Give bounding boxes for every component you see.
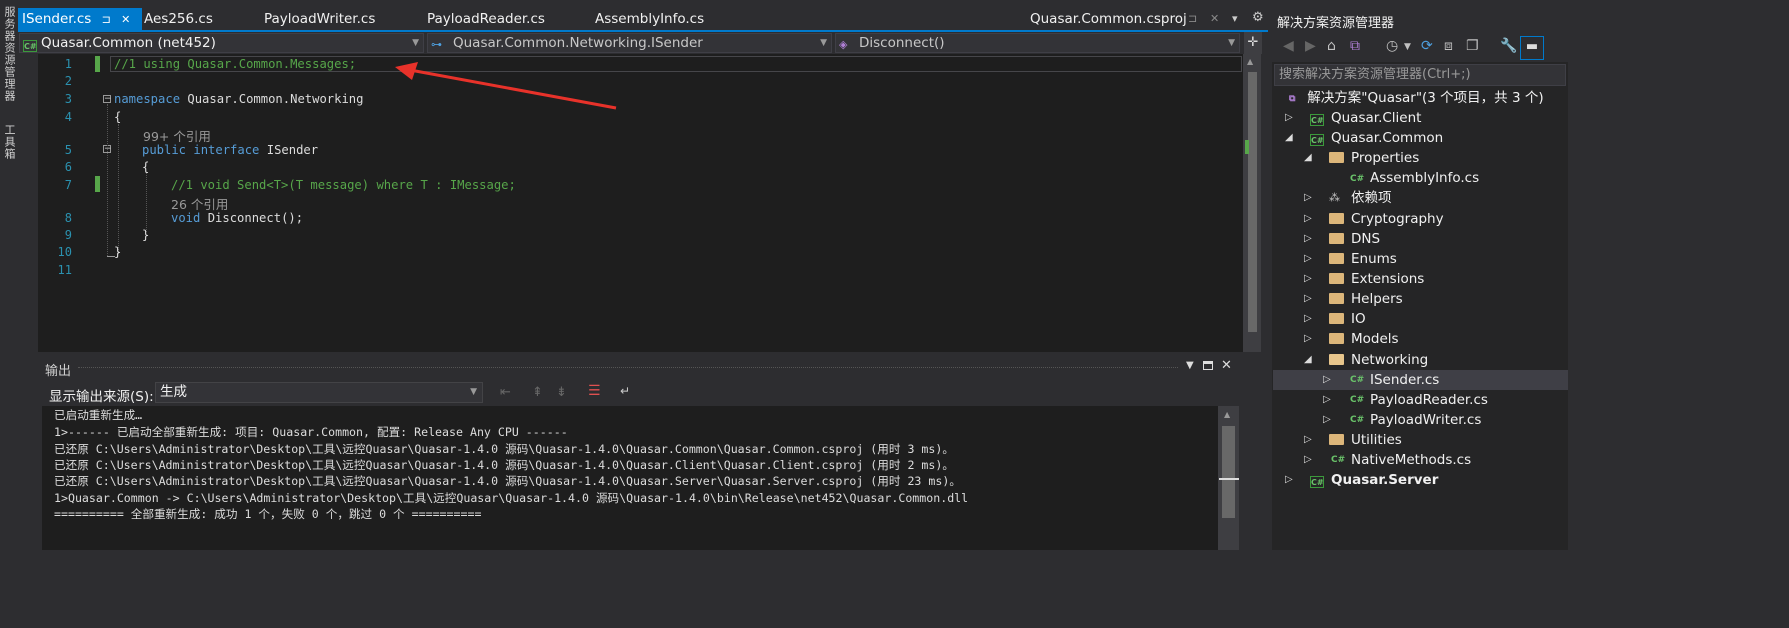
expand-arrow-icon[interactable]: ▷ xyxy=(1304,329,1312,349)
folder-icon xyxy=(1329,229,1344,249)
output-line: 已启动重新生成… xyxy=(54,408,143,422)
cs-file-icon: C# xyxy=(1331,455,1346,465)
chevron-down-icon[interactable]: ▼ xyxy=(1404,42,1411,52)
folder-icon xyxy=(1329,249,1344,269)
solution-search-input[interactable]: 搜索解决方案资源管理器(Ctrl+;) xyxy=(1274,64,1566,86)
output-line: 1>------ 已启动全部重新生成: 项目: Quasar.Common, 配… xyxy=(54,425,568,439)
solution-explorer-title: 解决方案资源管理器 xyxy=(1277,16,1395,31)
collapse-all-icon[interactable]: ⧈ xyxy=(1444,38,1453,54)
tree-label: PayloadWriter.cs xyxy=(1370,412,1482,428)
output-line: 已还原 C:\Users\Administrator\Desktop\工具\远控… xyxy=(54,458,954,472)
tree-label: Networking xyxy=(1351,352,1429,368)
tree-label: Helpers xyxy=(1351,291,1403,307)
expand-arrow-icon[interactable]: ▷ xyxy=(1285,470,1293,490)
back-icon[interactable]: ◀ xyxy=(1283,38,1294,54)
folder-icon xyxy=(1329,209,1344,229)
expand-arrow-icon[interactable]: ▷ xyxy=(1304,450,1312,470)
arrow-head xyxy=(395,62,418,80)
arrow-shaft xyxy=(409,68,617,110)
go-to-message-icon[interactable]: ⇤ xyxy=(500,385,511,400)
scroll-position-marker xyxy=(1219,478,1239,480)
output-line: 已还原 C:\Users\Administrator\Desktop\工具\远控… xyxy=(54,442,954,456)
tree-label: Properties xyxy=(1351,150,1420,166)
tree-label: Quasar.Client xyxy=(1331,110,1422,126)
folder-icon xyxy=(1329,289,1344,309)
tree-label: 依赖项 xyxy=(1351,190,1392,206)
previous-message-icon[interactable]: ⇞ xyxy=(532,385,543,400)
folder-icon xyxy=(1329,269,1344,289)
panel-grip xyxy=(78,367,1178,369)
expand-arrow-icon[interactable]: ▷ xyxy=(1304,229,1312,249)
expand-arrow-icon[interactable]: ▷ xyxy=(1304,309,1312,329)
scroll-up-icon[interactable]: ▲ xyxy=(1224,410,1230,419)
forward-icon[interactable]: ▶ xyxy=(1305,38,1316,54)
properties-folder-icon xyxy=(1329,148,1344,168)
collapse-arrow-icon[interactable]: ◢ xyxy=(1304,350,1312,370)
tree-label: PayloadReader.cs xyxy=(1370,392,1488,408)
next-message-icon[interactable]: ⇟ xyxy=(556,385,567,400)
tree-label: Enums xyxy=(1351,251,1397,267)
tree-label: ISender.cs xyxy=(1370,372,1440,388)
tree-label: Utilities xyxy=(1351,432,1402,448)
tree-item-assemblyinfo[interactable]: C# AssemblyInfo.cs xyxy=(1350,168,1479,188)
refresh-icon[interactable]: ⟳ xyxy=(1421,38,1433,54)
tree-label: Quasar.Server xyxy=(1331,472,1439,488)
expand-arrow-icon[interactable]: ▷ xyxy=(1323,410,1331,430)
output-source-select[interactable]: 生成 ▼ xyxy=(155,382,483,403)
output-panel-title: 输出 xyxy=(45,364,72,379)
output-line: ========== 全部重新生成: 成功 1 个，失败 0 个，跳过 0 个 … xyxy=(54,507,482,521)
solution-node[interactable]: ⧉ 解决方案"Quasar"(3 个项目，共 3 个) xyxy=(1289,88,1544,108)
preview-selected-icon[interactable]: ▬ xyxy=(1520,36,1544,60)
collapse-arrow-icon[interactable]: ◢ xyxy=(1285,128,1293,148)
switch-views-icon[interactable]: ⧉ xyxy=(1350,38,1360,54)
expand-arrow-icon[interactable]: ▷ xyxy=(1304,209,1312,229)
expand-arrow-icon[interactable]: ▷ xyxy=(1304,269,1312,289)
tree-label: Cryptography xyxy=(1351,211,1444,227)
home-icon[interactable]: ⌂ xyxy=(1327,38,1336,54)
tree-label: Extensions xyxy=(1351,271,1425,287)
tree-label: Quasar.Common xyxy=(1331,130,1444,146)
dependencies-icon: ⁂ xyxy=(1329,191,1340,204)
chevron-down-icon[interactable]: ▼ xyxy=(1186,360,1194,371)
folder-icon xyxy=(1329,309,1344,329)
expand-arrow-icon[interactable]: ▷ xyxy=(1304,188,1312,208)
chevron-down-icon: ▼ xyxy=(470,387,477,397)
output-source-label: 显示输出来源(S): xyxy=(49,389,154,405)
cs-file-icon: C# xyxy=(1350,395,1365,405)
cs-project-icon: C# xyxy=(1310,114,1324,126)
expand-arrow-icon[interactable]: ▷ xyxy=(1323,390,1331,410)
solution-label: 解决方案"Quasar"(3 个项目，共 3 个) xyxy=(1307,90,1544,106)
output-line: 已还原 C:\Users\Administrator\Desktop\工具\远控… xyxy=(54,474,961,488)
tree-label: Models xyxy=(1351,331,1399,347)
cs-file-icon: C# xyxy=(1350,375,1365,385)
expand-arrow-icon[interactable]: ▷ xyxy=(1304,430,1312,450)
close-icon[interactable]: ✕ xyxy=(1221,358,1232,373)
expand-arrow-icon[interactable]: ▷ xyxy=(1323,370,1331,390)
expand-arrow-icon[interactable]: ▷ xyxy=(1304,249,1312,269)
cs-file-icon: C# xyxy=(1350,415,1365,425)
tree-label: DNS xyxy=(1351,231,1381,247)
maximize-icon[interactable] xyxy=(1203,361,1213,370)
word-wrap-icon[interactable]: ↵ xyxy=(620,384,630,398)
pending-changes-icon[interactable]: ◷ xyxy=(1386,38,1398,54)
tree-label: IO xyxy=(1351,311,1366,327)
expand-arrow-icon[interactable]: ▷ xyxy=(1304,289,1312,309)
cs-project-icon: C# xyxy=(1310,476,1324,488)
output-scroll-thumb[interactable] xyxy=(1222,426,1235,518)
output-line: 1>Quasar.Common -> C:\Users\Administrato… xyxy=(54,491,969,505)
collapse-arrow-icon[interactable]: ◢ xyxy=(1304,148,1312,168)
cs-file-icon: C# xyxy=(1350,174,1365,184)
output-source-value: 生成 xyxy=(160,384,187,400)
show-all-files-icon[interactable]: ❐ xyxy=(1466,38,1479,54)
tree-label: AssemblyInfo.cs xyxy=(1370,170,1480,186)
cs-project-icon: C# xyxy=(1310,134,1324,146)
clear-all-icon[interactable]: ☰ xyxy=(588,383,601,399)
expand-arrow-icon[interactable]: ▷ xyxy=(1285,108,1293,128)
open-folder-icon xyxy=(1329,350,1344,370)
folder-icon xyxy=(1329,430,1344,450)
solution-icon: ⧉ xyxy=(1289,94,1296,104)
folder-icon xyxy=(1329,329,1344,349)
properties-wrench-icon[interactable]: 🔧 xyxy=(1500,38,1517,54)
tree-label: NativeMethods.cs xyxy=(1351,452,1472,468)
